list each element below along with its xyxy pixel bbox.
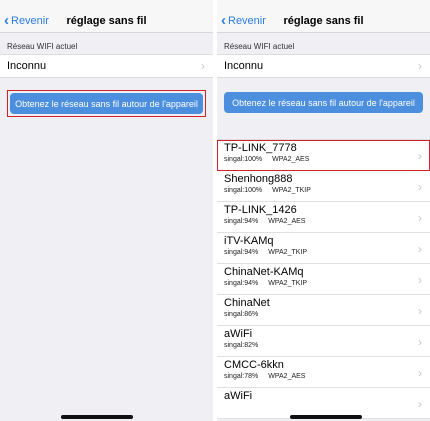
network-security: WPA2_TKIP [268, 280, 308, 287]
wifi-network-item[interactable]: TP-LINK_1426 singal:94% WPA2_AES › [217, 202, 430, 233]
left-screen: ‹ Revenir réglage sans fil Réseau WIFI a… [0, 0, 213, 421]
current-wifi-row[interactable]: Inconnu › [0, 54, 213, 78]
network-name: iTV-KAMq [224, 235, 274, 247]
network-security: WPA2_AES [268, 373, 306, 380]
chevron-right-icon: › [418, 335, 422, 349]
back-button[interactable]: ‹ Revenir [0, 12, 49, 29]
current-wifi-row[interactable]: Inconnu › [217, 54, 430, 78]
scan-button-highlight: Obtenez le réseau sans fil autour de l'a… [7, 90, 206, 117]
status-bar [217, 0, 430, 10]
chevron-left-icon: ‹ [221, 12, 226, 29]
wifi-network-item[interactable]: TP-LINK_7778 singal:100% WPA2_AES › [217, 140, 430, 171]
home-indicator [290, 415, 362, 419]
chevron-right-icon: › [418, 211, 422, 225]
wifi-network-item[interactable]: iTV-KAMq singal:94% WPA2_TKIP › [217, 233, 430, 264]
current-wifi-value: Inconnu [224, 60, 264, 72]
wifi-network-item[interactable]: Shenhong888 singal:100% WPA2_TKIP › [217, 171, 430, 202]
network-name: ChinaNet [224, 297, 270, 309]
chevron-right-icon: › [418, 366, 422, 380]
chevron-right-icon: › [418, 242, 422, 256]
current-wifi-section-label: Réseau WIFI actuel [224, 42, 295, 51]
status-bar [0, 0, 213, 10]
network-name: CMCC-6kkn [224, 359, 284, 371]
chevron-right-icon: › [418, 273, 422, 287]
network-name: Shenhong888 [224, 173, 293, 185]
network-name: ChinaNet-KAMq [224, 266, 304, 278]
wifi-network-item[interactable]: ChinaNet-KAMq singal:94% WPA2_TKIP › [217, 264, 430, 295]
nav-bar: ‹ Revenir réglage sans fil [217, 10, 430, 33]
current-wifi-section-label: Réseau WIFI actuel [7, 42, 78, 51]
wifi-network-item[interactable]: CMCC-6kkn singal:78% WPA2_AES › [217, 357, 430, 388]
network-signal: singal:94% [224, 218, 259, 225]
back-button[interactable]: ‹ Revenir [217, 12, 266, 29]
network-signal: singal:82% [224, 342, 259, 349]
back-label: Revenir [228, 15, 266, 27]
right-screen: ‹ Revenir réglage sans fil Réseau WIFI a… [217, 0, 430, 421]
wifi-network-item[interactable]: aWiFi singal:82% › [217, 326, 430, 357]
network-security: WPA2_TKIP [268, 249, 308, 256]
current-wifi-value: Inconnu [7, 60, 47, 72]
scan-networks-button[interactable]: Obtenez le réseau sans fil autour de l'a… [224, 92, 423, 113]
network-name: TP-LINK_1426 [224, 204, 297, 216]
network-signal: singal:94% [224, 280, 259, 287]
chevron-right-icon: › [418, 149, 422, 163]
chevron-left-icon: ‹ [4, 12, 9, 29]
network-signal: singal:78% [224, 373, 259, 380]
chevron-right-icon: › [418, 59, 422, 73]
network-signal: singal:94% [224, 249, 259, 256]
network-name: aWiFi [224, 328, 253, 340]
network-security: WPA2_AES [268, 218, 306, 225]
wifi-network-item[interactable]: ChinaNet singal:86% › [217, 295, 430, 326]
chevron-right-icon: › [418, 304, 422, 318]
scan-networks-button[interactable]: Obtenez le réseau sans fil autour de l'a… [10, 93, 203, 114]
network-security: WPA2_TKIP [272, 187, 311, 194]
back-label: Revenir [11, 15, 49, 27]
network-name: aWiFi [224, 390, 253, 402]
chevron-right-icon: › [418, 180, 422, 194]
wifi-network-list: TP-LINK_7778 singal:100% WPA2_AES › Shenh… [217, 139, 430, 419]
chevron-right-icon: › [201, 59, 205, 73]
network-signal: singal:100% [224, 156, 263, 163]
network-signal: singal:86% [224, 311, 259, 318]
home-indicator [61, 415, 133, 419]
network-signal: singal:100% [224, 187, 263, 194]
chevron-right-icon: › [418, 397, 422, 411]
network-security: WPA2_AES [272, 156, 310, 163]
nav-bar: ‹ Revenir réglage sans fil [0, 10, 213, 33]
network-name: TP-LINK_7778 [224, 142, 297, 154]
